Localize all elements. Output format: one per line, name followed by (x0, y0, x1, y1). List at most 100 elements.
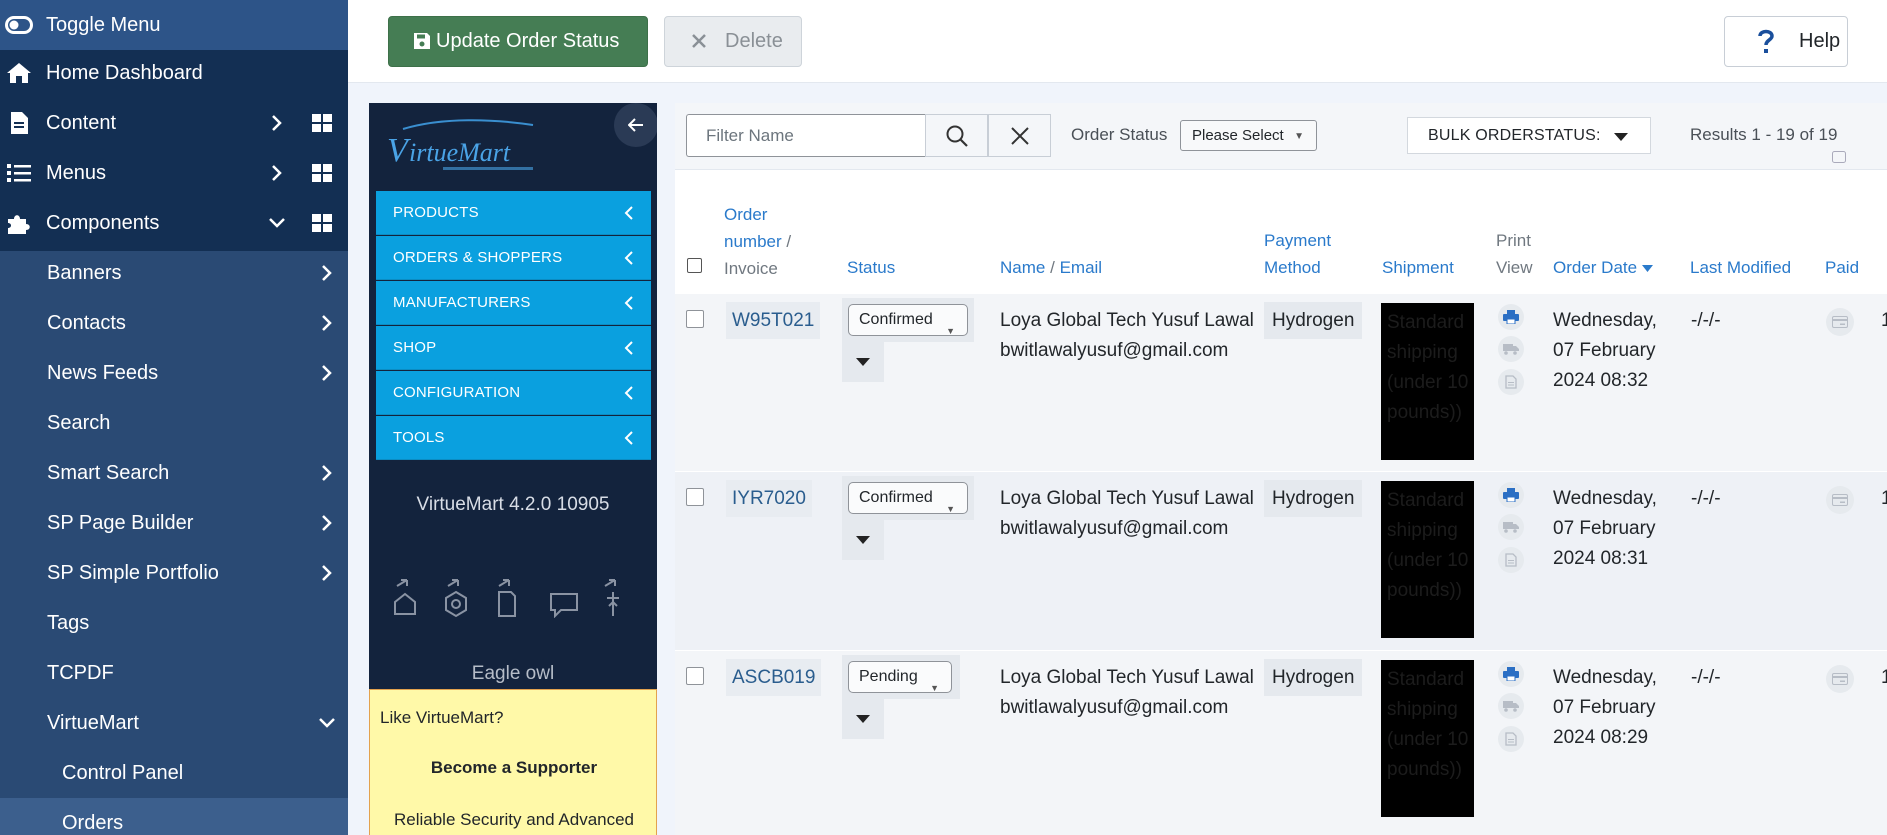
filter-name-input[interactable] (686, 114, 925, 157)
col-order-date[interactable]: Order Date (1553, 254, 1653, 281)
status-expand-button[interactable] (842, 699, 884, 739)
select-all-checkbox[interactable] (687, 258, 702, 273)
external-home-icon[interactable] (391, 578, 427, 618)
sidebar-item-orders[interactable]: Orders (0, 798, 348, 835)
vm-nav-manufacturers[interactable]: MANUFACTURERS (376, 281, 651, 325)
print-icon[interactable] (1498, 482, 1524, 508)
vm-nav-products[interactable]: PRODUCTS (376, 191, 651, 235)
home-icon (4, 58, 34, 88)
sidebar-item-sp-simple-portfolio[interactable]: SP Simple Portfolio (0, 548, 348, 598)
vm-nav-label: CONFIGURATION (393, 384, 521, 401)
truck-icon[interactable] (1498, 514, 1524, 540)
paid-icon[interactable] (1826, 486, 1854, 514)
col-shipment[interactable]: Shipment (1382, 254, 1454, 281)
vm-nav-label: PRODUCTS (393, 204, 479, 221)
truck-icon[interactable] (1498, 336, 1524, 362)
sidebar-item-virtuemart[interactable]: VirtueMart (0, 698, 348, 748)
triangle-down-icon: ▼ (946, 504, 955, 514)
sidebar-item-label: Home Dashboard (46, 61, 203, 84)
sidebar-toggle-menu[interactable]: Toggle Menu (0, 0, 348, 50)
vm-nav-label: MANUFACTURERS (393, 294, 531, 311)
col-paid[interactable]: Paid (1825, 254, 1859, 281)
close-icon (1010, 126, 1029, 145)
print-icon[interactable] (1498, 661, 1524, 687)
sidebar-item-menus[interactable]: Menus (0, 148, 348, 198)
truck-icon[interactable] (1498, 693, 1524, 719)
paid-icon[interactable] (1826, 308, 1854, 336)
list-limit-icon[interactable] (1832, 151, 1846, 163)
invoice-icon[interactable] (1498, 547, 1524, 573)
row-checkbox[interactable] (686, 667, 704, 685)
help-button[interactable]: Help (1724, 16, 1848, 67)
customer-email: bwitlawalyusuf@gmail.com (1000, 697, 1229, 718)
external-link-icon[interactable] (599, 578, 635, 618)
chevron-left-icon (624, 431, 633, 445)
become-supporter-link[interactable]: Become a Supporter (370, 758, 657, 778)
bulk-orderstatus-dropdown[interactable]: BULK ORDERSTATUS: (1407, 117, 1651, 154)
sidebar-item-banners[interactable]: Banners (0, 248, 348, 298)
vm-nav-configuration[interactable]: CONFIGURATION (376, 371, 651, 415)
col-status[interactable]: Status (847, 254, 895, 281)
dashboard-grid-icon[interactable] (312, 164, 332, 182)
sidebar-item-label: Search (47, 411, 111, 434)
col-last-modified[interactable]: Last Modified (1690, 254, 1791, 281)
clear-filter-button[interactable] (988, 114, 1051, 157)
customer-name-email: Loya Global Tech Yusuf Lawal bwitlawalyu… (1000, 484, 1260, 544)
status-expand-button[interactable] (842, 342, 884, 382)
row-checkbox[interactable] (686, 488, 704, 506)
collapse-menu-button[interactable] (614, 103, 657, 147)
sidebar-item-tags[interactable]: Tags (0, 598, 348, 648)
sidebar-item-search[interactable]: Search (0, 398, 348, 448)
col-order-number[interactable]: Order number / Invoice (724, 201, 791, 282)
sidebar-item-home-dashboard[interactable]: Home Dashboard (0, 48, 348, 98)
invoice-icon[interactable] (1498, 369, 1524, 395)
order-number-link[interactable]: W95T021 (726, 302, 821, 339)
delete-button[interactable]: Delete (664, 16, 802, 67)
status-select[interactable]: Confirmed ▼ (848, 482, 968, 514)
sidebar-item-news-feeds[interactable]: News Feeds (0, 348, 348, 398)
shipment-method: Standard shipping (under 10 pounds)) (1381, 303, 1474, 460)
print-icon[interactable] (1498, 304, 1524, 330)
order-number-link[interactable]: IYR7020 (726, 480, 812, 517)
dashboard-grid-icon[interactable] (312, 214, 332, 232)
vm-nav-shop[interactable]: SHOP (376, 326, 651, 370)
row-checkbox[interactable] (686, 310, 704, 328)
status-expand-button[interactable] (842, 520, 884, 560)
sidebar-item-control-panel[interactable]: Control Panel (0, 748, 348, 798)
sidebar-item-smart-search[interactable]: Smart Search (0, 448, 348, 498)
sidebar-item-components[interactable]: Components (0, 198, 348, 248)
admin-sidebar: Toggle Menu Home Dashboard Content Menus… (0, 0, 348, 835)
order-date-day: Wednesday, (1553, 488, 1657, 509)
external-settings-icon[interactable] (442, 578, 478, 618)
support-box: Like VirtueMart? Become a Supporter Reli… (369, 689, 657, 835)
chevron-left-icon (624, 251, 633, 265)
comment-icon[interactable] (547, 578, 583, 618)
help-label: Help (1799, 30, 1841, 52)
sort-desc-icon (1641, 265, 1653, 273)
order-date-time: 2024 08:29 (1553, 727, 1649, 748)
order-status-select[interactable]: Please Select ▼ (1180, 120, 1317, 151)
order-date-time: 2024 08:32 (1553, 370, 1649, 391)
status-select[interactable]: Pending ▼ (848, 661, 952, 693)
sidebar-item-content[interactable]: Content (0, 98, 348, 148)
external-document-icon[interactable] (493, 578, 529, 618)
vm-nav-tools[interactable]: TOOLS (376, 416, 651, 460)
col-payment-method[interactable]: Payment Method (1264, 227, 1331, 281)
search-button[interactable] (925, 114, 988, 157)
invoice-icon[interactable] (1498, 726, 1524, 752)
paid-icon[interactable] (1826, 665, 1854, 693)
chevron-down-icon (319, 718, 335, 728)
status-select[interactable]: Confirmed ▼ (848, 304, 968, 336)
sidebar-item-contacts[interactable]: Contacts (0, 298, 348, 348)
col-payment-label-1: Payment (1264, 231, 1332, 250)
col-email-label: Email (1059, 258, 1103, 277)
vm-nav-orders-shoppers[interactable]: ORDERS & SHOPPERS (376, 236, 651, 280)
sidebar-item-tcpdf[interactable]: TCPDF (0, 648, 348, 698)
col-name-email[interactable]: Name / Email (1000, 254, 1102, 281)
order-date-day: Wednesday, (1553, 310, 1657, 331)
status-value: Confirmed (859, 311, 933, 328)
order-number-link[interactable]: ASCB019 (726, 659, 822, 696)
sidebar-item-sp-page-builder[interactable]: SP Page Builder (0, 498, 348, 548)
update-order-status-button[interactable]: Update Order Status (388, 16, 648, 67)
dashboard-grid-icon[interactable] (312, 114, 332, 132)
